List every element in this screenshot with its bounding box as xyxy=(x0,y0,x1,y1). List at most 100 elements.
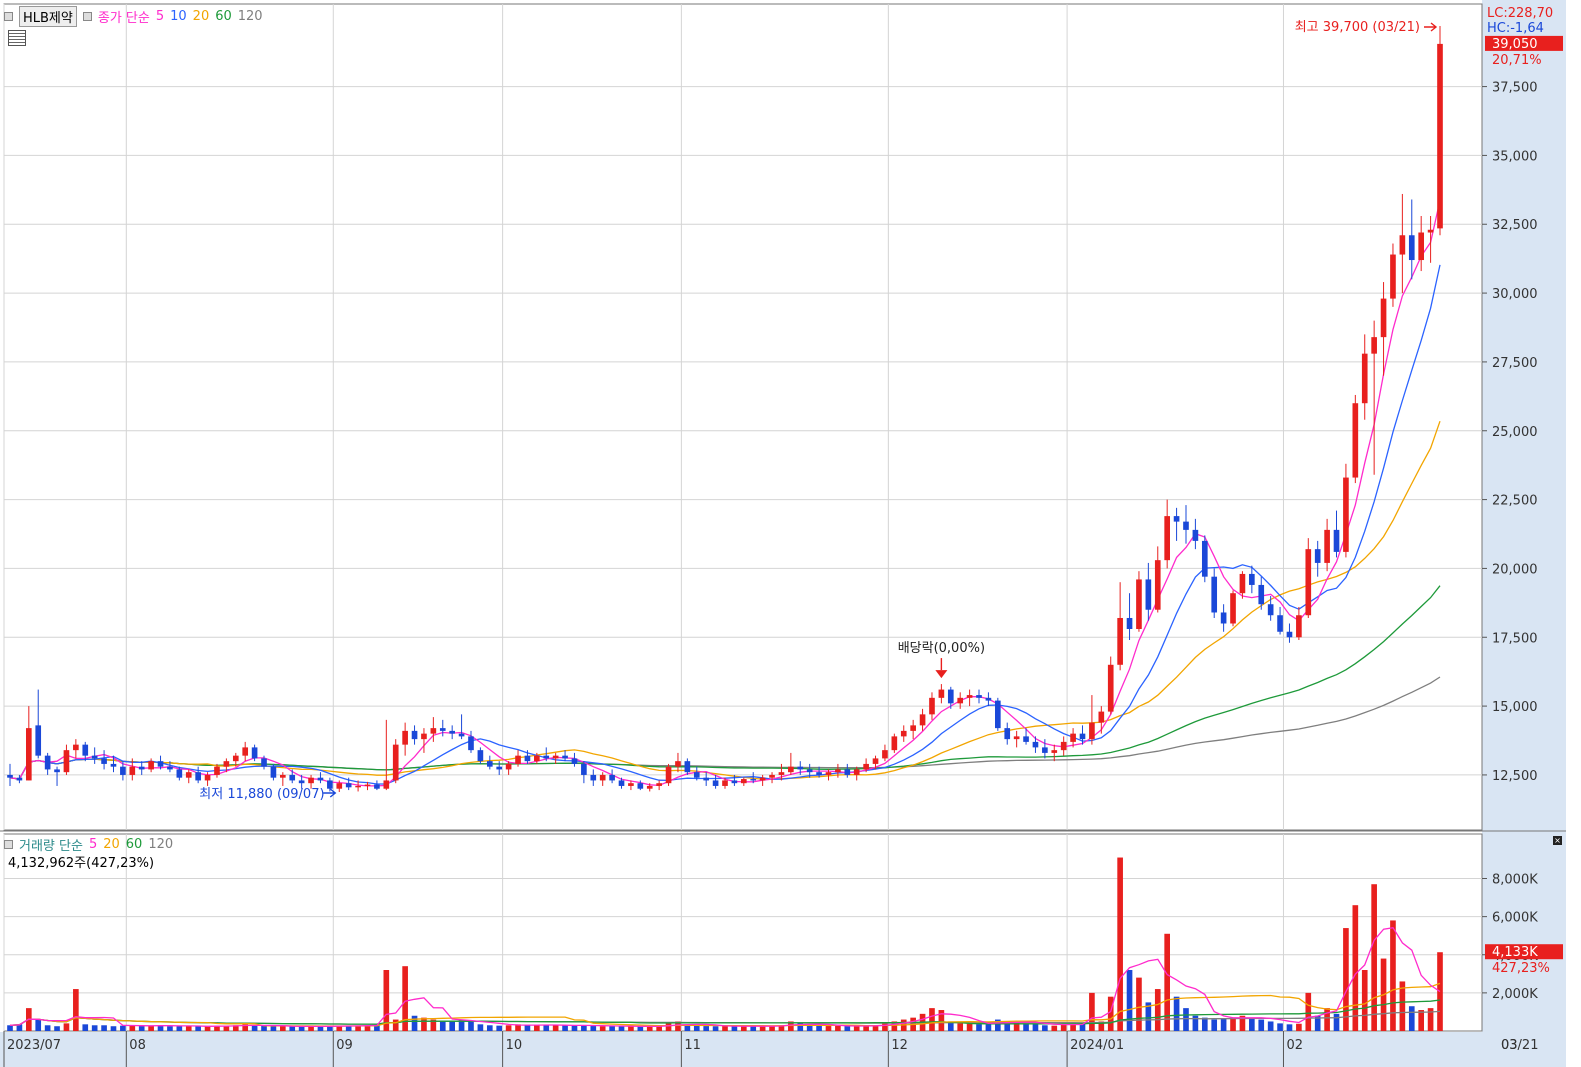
volume-bar xyxy=(731,1026,738,1031)
candle-body xyxy=(863,763,869,770)
candle-body xyxy=(1286,631,1293,638)
candle-body xyxy=(891,736,898,751)
candle-body xyxy=(402,730,408,745)
volume-bar xyxy=(1361,970,1368,1031)
volume-bar xyxy=(185,1026,192,1031)
candle-body xyxy=(900,730,907,737)
volume-bar xyxy=(693,1025,700,1031)
chart-canvas: 12,500 15,000 17,500 20,000 22,500 25,000 27,5… xyxy=(0,0,1566,1067)
volume-bar xyxy=(35,1019,42,1031)
volume-bar xyxy=(82,1024,89,1031)
volume-value: 4,132,962주(427,23%) xyxy=(8,856,155,871)
candle-body xyxy=(947,689,954,704)
date-tick-label: 03/21 xyxy=(1501,1038,1538,1053)
candle-body xyxy=(1032,741,1039,748)
price-badge-percent: 20,71% xyxy=(1492,53,1542,68)
candle-body xyxy=(656,783,662,786)
high-annotation: 최고 39,700 (03/21) xyxy=(1295,20,1420,35)
volume-bar xyxy=(656,1026,662,1031)
candle-body xyxy=(7,774,13,778)
candle-body xyxy=(825,772,832,775)
candle-body xyxy=(788,766,794,773)
volume-bar xyxy=(1220,1018,1227,1031)
collapse-pane-icon[interactable]: × xyxy=(1553,836,1562,845)
volume-bar xyxy=(505,1025,512,1031)
candle-body xyxy=(618,780,625,786)
stock-name[interactable]: HLB제약 xyxy=(19,6,77,27)
candle-body xyxy=(1314,549,1321,563)
candle-body xyxy=(486,761,493,767)
volume-bar xyxy=(646,1026,653,1031)
ma5-line xyxy=(9,200,1441,787)
candle-body xyxy=(722,780,728,786)
volume-bar xyxy=(609,1026,615,1031)
volume-bar xyxy=(853,1026,860,1031)
date-tick-label: 10 xyxy=(506,1038,523,1053)
volume-pane-border xyxy=(3,833,1483,1032)
volume-bar xyxy=(411,1015,418,1031)
volume-bar xyxy=(138,1026,145,1031)
candle-body xyxy=(919,714,926,726)
candle-body xyxy=(534,755,540,762)
volume-bar xyxy=(1060,1024,1067,1031)
candle-body xyxy=(882,750,888,759)
candle-body xyxy=(910,725,916,731)
volume-bar xyxy=(468,1021,474,1031)
candle-body xyxy=(581,763,587,775)
candle-body xyxy=(383,780,390,789)
candle-body xyxy=(185,772,192,778)
table-view-icon[interactable] xyxy=(8,30,26,46)
candle-body xyxy=(938,689,945,698)
candle-body xyxy=(740,779,747,784)
candle-body xyxy=(496,766,503,770)
candle-body xyxy=(1427,229,1434,233)
candle-body xyxy=(778,772,785,775)
vol-ma60-label: 60 xyxy=(125,837,143,852)
candle-body xyxy=(1183,521,1189,530)
candle-body xyxy=(439,728,446,731)
volume-bar xyxy=(110,1026,117,1031)
candle-body xyxy=(966,695,973,698)
candle-body xyxy=(929,697,935,715)
volume-bar xyxy=(421,1017,427,1031)
volume-bar xyxy=(684,1025,691,1031)
candle-body xyxy=(844,769,851,775)
price-tick-label: 12,500 xyxy=(1492,769,1538,784)
candle-body xyxy=(110,763,117,767)
candle-body xyxy=(1070,733,1076,742)
volume-bar xyxy=(1333,1013,1340,1031)
date-tick-label: 2024/01 xyxy=(1070,1038,1124,1053)
candle-body xyxy=(1399,235,1406,255)
candle-body xyxy=(1239,573,1246,594)
price-tick-label: 37,500 xyxy=(1492,81,1538,96)
low-annotation: 최저 11,880 (09/07) xyxy=(199,787,324,802)
price-tick-label: 27,500 xyxy=(1492,356,1538,371)
candle-body xyxy=(1145,579,1152,610)
price-legend: HLB제약 종가 단순 5 10 20 60 120 xyxy=(4,6,263,27)
ma120-label: 120 xyxy=(237,9,263,24)
volume-bar xyxy=(985,1024,992,1031)
candle-body xyxy=(364,784,371,786)
volume-tick-label: 6,000K xyxy=(1492,911,1538,926)
volume-bar xyxy=(1258,1019,1265,1031)
series-toggle-icon[interactable] xyxy=(82,12,92,21)
dividend-arrow-icon xyxy=(935,670,948,679)
candle-body xyxy=(797,766,804,770)
candle-body xyxy=(176,769,183,778)
volume-toggle-icon[interactable] xyxy=(4,840,13,849)
volume-bar xyxy=(1305,992,1312,1031)
candle-body xyxy=(1296,615,1302,638)
vol-ma5-line xyxy=(9,926,1441,1028)
candle-body xyxy=(1079,733,1086,740)
candle-body xyxy=(543,755,550,759)
candle-body xyxy=(1352,403,1359,478)
legend-toggle-icon[interactable] xyxy=(4,12,13,21)
volume-bar xyxy=(929,1008,935,1031)
ma20-label: 20 xyxy=(192,9,210,24)
candle-body xyxy=(684,761,691,773)
candle-body xyxy=(1164,516,1170,561)
volume-bar xyxy=(486,1025,493,1031)
volume-bar xyxy=(1089,992,1095,1031)
volume-bar xyxy=(101,1025,107,1031)
volume-bar xyxy=(844,1026,851,1031)
